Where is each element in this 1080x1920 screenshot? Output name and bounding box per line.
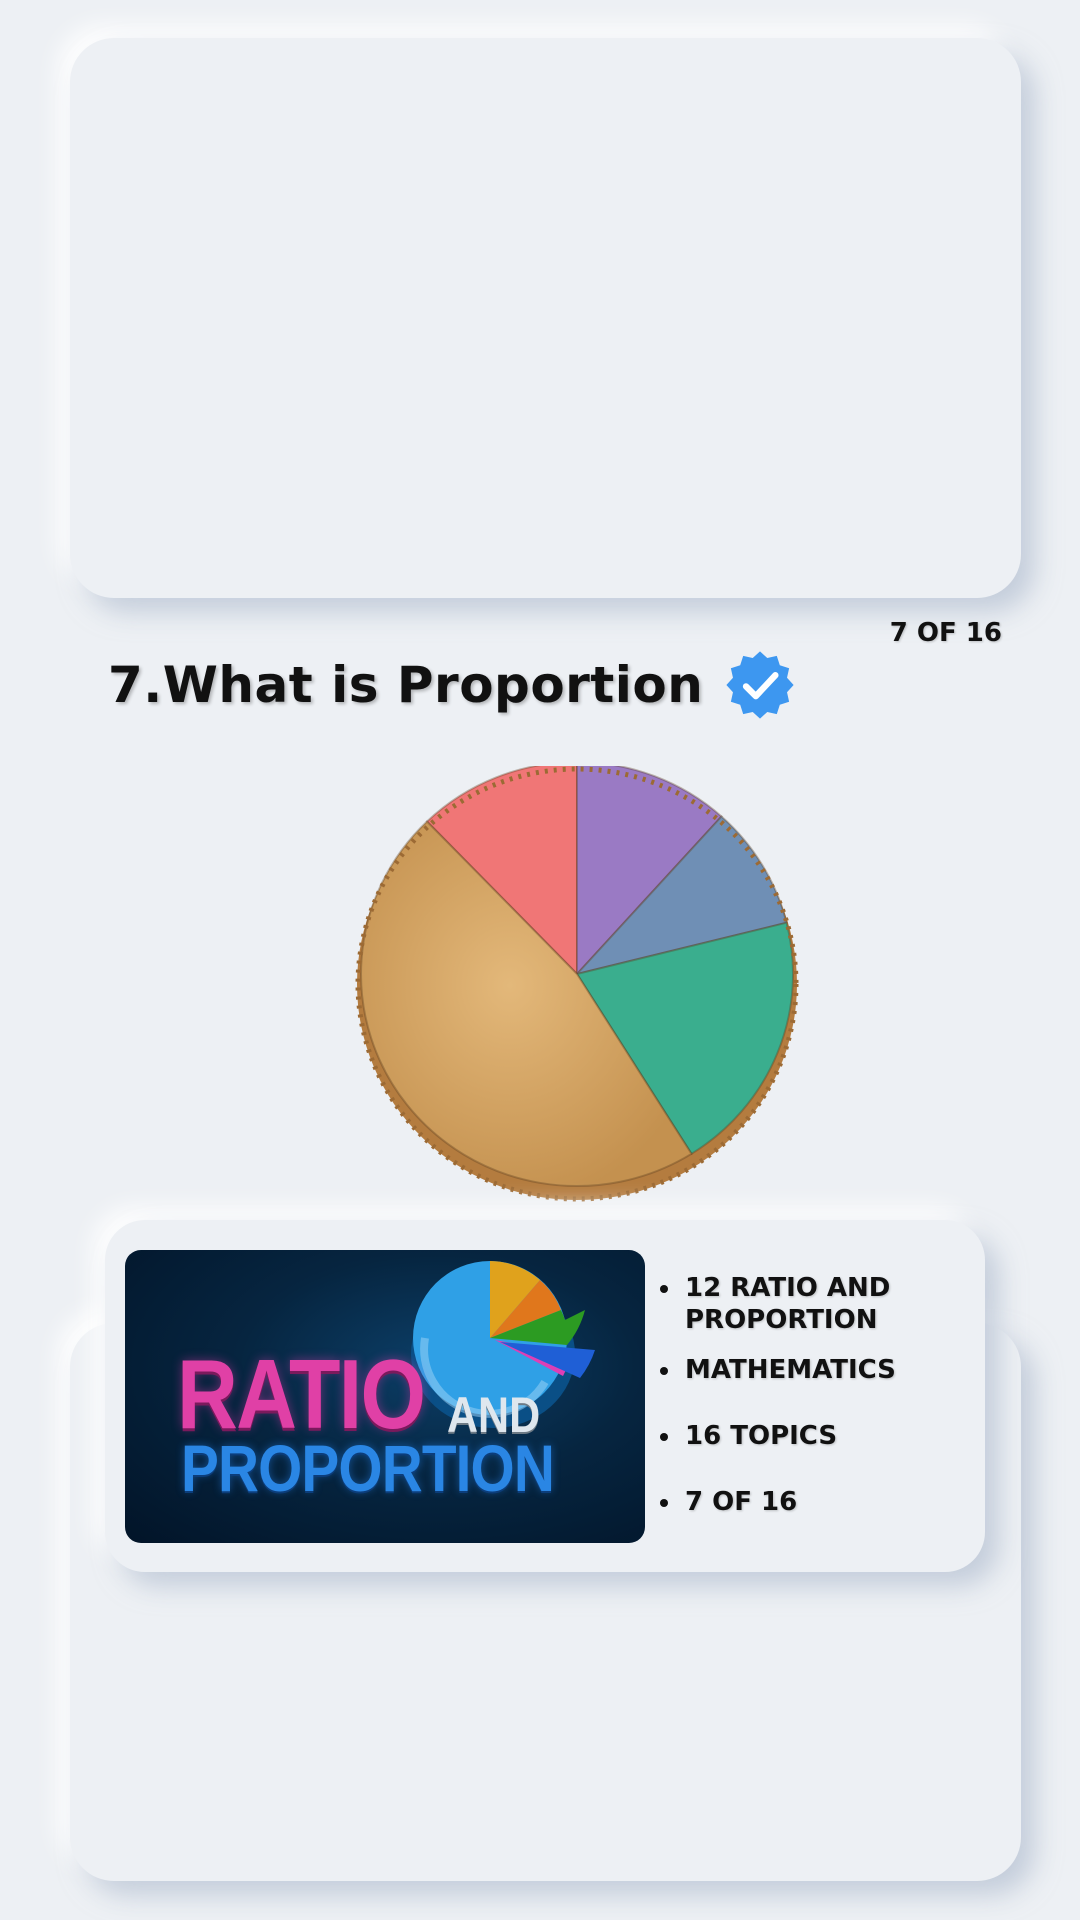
pie-image [355, 766, 799, 1202]
verified-badge-icon [726, 651, 794, 719]
list-item: 12 RATIO AND PROPORTION [660, 1272, 960, 1336]
page-counter: 7 OF 16 [889, 618, 1002, 648]
top-card [70, 38, 1021, 598]
list-item: 16 TOPICS [660, 1420, 960, 1452]
list-item: MATHEMATICS [660, 1354, 960, 1386]
banner-proportion-text: PROPORTION [181, 1431, 555, 1505]
page-title: 7.What is Proportion [108, 656, 704, 714]
list-item: 7 OF 16 [660, 1486, 960, 1518]
ratio-proportion-banner: RATIO AND PROPORTION [125, 1250, 645, 1543]
info-list: 12 RATIO AND PROPORTION MATHEMATICS 16 T… [660, 1272, 960, 1518]
title-row: 7.What is Proportion [108, 650, 795, 720]
